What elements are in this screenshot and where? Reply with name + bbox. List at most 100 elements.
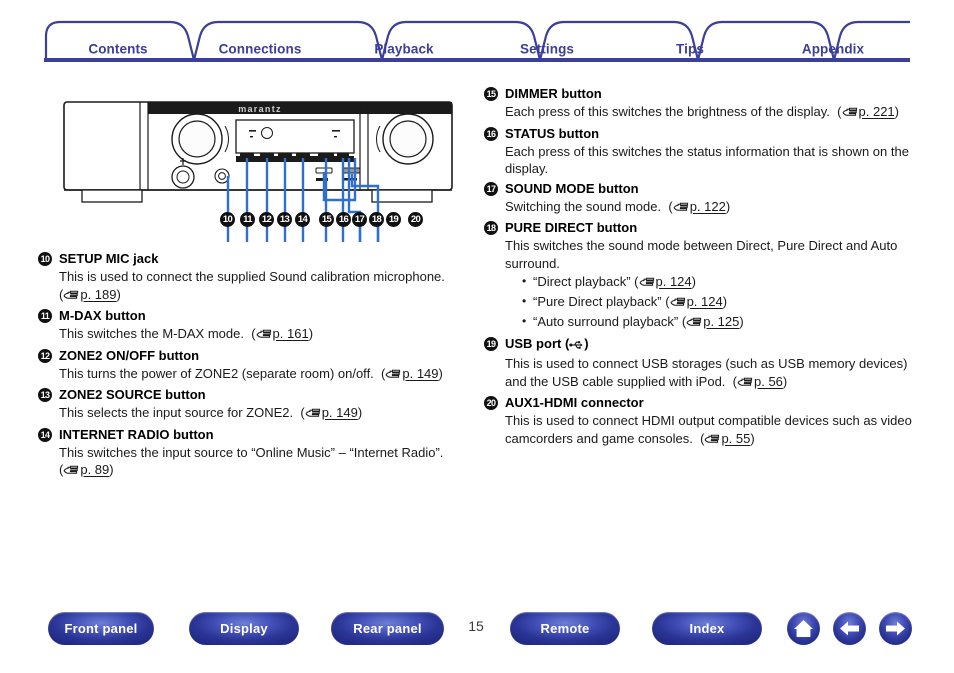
- callout-num-10: 10: [220, 212, 235, 227]
- usb-icon: [569, 337, 584, 355]
- entry-num-11: 11: [38, 309, 52, 323]
- pointing-hand-icon: [305, 406, 321, 424]
- left-knob-inner: [178, 120, 216, 158]
- tab-connections[interactable]: Connections: [219, 42, 302, 57]
- entry-title: ZONE2 ON/OFF button: [59, 347, 200, 363]
- callout-num-17: 17: [352, 212, 367, 227]
- callout-number-row: 10 11 12 13 14 15 16 17 18 19 20: [60, 212, 460, 236]
- entry-title-suffix: ): [584, 336, 589, 351]
- page-ref-number[interactable]: p. 124: [656, 274, 692, 289]
- page-reference[interactable]: (p. 149): [300, 405, 362, 420]
- foot-left: [81, 189, 143, 203]
- pointing-hand-icon: [673, 200, 689, 218]
- entry-pure-direct-button: 18 PURE DIRECT button This switches the …: [484, 219, 916, 333]
- tab-contents[interactable]: Contents: [88, 42, 147, 57]
- sublist-text: “Direct playback”: [533, 274, 631, 289]
- entry-num-20: 20: [484, 396, 498, 410]
- hdmi-connector-shape: [342, 167, 361, 174]
- page-ref-number[interactable]: p. 221: [859, 104, 895, 119]
- entry-m-dax-button: 11 M-DAX button This switches the M-DAX …: [38, 307, 458, 345]
- headphone-jack-inner: [176, 170, 190, 184]
- page-reference[interactable]: (p. 122): [668, 199, 730, 214]
- page-ref-number[interactable]: p. 125: [703, 314, 739, 329]
- pointing-hand-icon: [63, 463, 79, 481]
- top-tab-bar: Contents Connections Playback Settings T…: [44, 18, 910, 62]
- entry-desc: This selects the input source for ZONE2.: [59, 405, 294, 420]
- entry-dimmer-button: 15 DIMMER button Each press of this swit…: [484, 85, 916, 123]
- home-icon[interactable]: [787, 612, 820, 645]
- page-reference[interactable]: (p. 124): [634, 274, 696, 289]
- list-item: “Auto surround playback” (p. 125): [522, 312, 916, 333]
- page-ref-number[interactable]: p. 55: [721, 431, 750, 446]
- nav-button-display[interactable]: Display: [189, 612, 299, 645]
- display-label-left: [249, 130, 256, 132]
- nav-button-index[interactable]: Index: [652, 612, 762, 645]
- page-ref-number[interactable]: p. 89: [80, 462, 109, 477]
- tab-appendix[interactable]: Appendix: [802, 42, 864, 57]
- callout-num-11: 11: [240, 212, 255, 227]
- page-reference[interactable]: (p. 189): [59, 287, 121, 302]
- entry-num-14: 14: [38, 427, 52, 442]
- nav-button-rear-panel[interactable]: Rear panel: [331, 612, 444, 645]
- entry-num-13: 13: [38, 388, 52, 402]
- pure-direct-sublist: “Direct playback” (p. 124) “Pure Direct …: [522, 272, 916, 333]
- page-reference[interactable]: (p. 149): [381, 366, 443, 381]
- page-ref-number[interactable]: p. 149: [322, 405, 358, 420]
- pointing-hand-icon: [686, 315, 702, 333]
- arrow-left-icon[interactable]: [833, 612, 866, 645]
- pointing-hand-icon: [256, 327, 272, 345]
- entry-desc: Each press of this switches the status i…: [505, 143, 909, 177]
- pointing-hand-icon: [639, 275, 655, 293]
- tab-playback[interactable]: Playback: [374, 42, 433, 57]
- callout-num-18: 18: [369, 212, 384, 227]
- page-ref-number[interactable]: p. 56: [754, 374, 783, 389]
- entry-title: AUX1-HDMI connector: [505, 395, 644, 410]
- tab-tips[interactable]: Tips: [676, 42, 704, 57]
- entry-desc: This is used to connect the supplied Sou…: [59, 269, 445, 284]
- callout-num-13: 13: [277, 212, 292, 227]
- sublist-text: “Pure Direct playback”: [533, 294, 662, 309]
- entry-title: PURE DIRECT button: [505, 220, 638, 235]
- entry-title: INTERNET RADIO button: [59, 426, 214, 442]
- entry-aux1-hdmi-connector: 20 AUX1-HDMI connector This is used to c…: [484, 394, 916, 449]
- page-ref-number[interactable]: p. 161: [273, 326, 309, 341]
- page-ref-number[interactable]: p. 124: [687, 294, 723, 309]
- page-reference[interactable]: (p. 89): [59, 462, 114, 477]
- nav-button-remote[interactable]: Remote: [510, 612, 620, 645]
- callout-num-12: 12: [259, 212, 274, 227]
- entry-title: DIMMER button: [505, 86, 602, 101]
- entry-desc: This is used to connect USB storages (su…: [505, 356, 908, 389]
- entry-num-19: 19: [484, 337, 498, 351]
- arrow-right-icon[interactable]: [879, 612, 912, 645]
- entry-zone2-source-button: 13 ZONE2 SOURCE button This selects the …: [38, 386, 458, 424]
- page-number: 15: [468, 618, 484, 634]
- page-ref-number[interactable]: p. 122: [690, 199, 726, 214]
- display-dot: [261, 127, 273, 139]
- page-reference[interactable]: (p. 55): [700, 431, 755, 446]
- pointing-hand-icon: [385, 367, 401, 385]
- page-reference[interactable]: (p. 124): [665, 294, 727, 309]
- page-ref-number[interactable]: p. 149: [402, 366, 438, 381]
- manual-page: Contents Connections Playback Settings T…: [0, 0, 954, 673]
- entry-internet-radio-button: 14 INTERNET RADIO button This switches t…: [38, 426, 458, 481]
- pointing-hand-icon: [737, 375, 753, 393]
- callout-num-16: 16: [336, 212, 351, 227]
- setup-mic-jack-hole: [218, 172, 226, 180]
- page-ref-number[interactable]: p. 189: [80, 287, 116, 302]
- page-reference[interactable]: (p. 161): [251, 326, 313, 341]
- tab-settings[interactable]: Settings: [520, 42, 574, 57]
- entry-desc: This turns the power of ZONE2 (separate …: [59, 365, 374, 381]
- entry-desc: Each press of this switches the brightne…: [505, 104, 830, 119]
- nav-button-front-panel[interactable]: Front panel: [48, 612, 154, 645]
- entry-title: M-DAX button: [59, 308, 146, 323]
- callout-num-20: 20: [408, 212, 423, 227]
- page-reference[interactable]: (p. 56): [733, 374, 788, 389]
- left-description-column: 10 SETUP MIC jack This is used to connec…: [38, 250, 458, 483]
- pointing-hand-icon: [842, 105, 858, 123]
- entry-desc: This switches the sound mode between Dir…: [505, 238, 898, 271]
- page-reference[interactable]: (p. 221): [837, 104, 899, 119]
- page-reference[interactable]: (p. 125): [682, 314, 744, 329]
- right-knob-inner: [389, 120, 427, 158]
- tab-bar-shape: [44, 20, 910, 62]
- entry-title: ZONE2 SOURCE button: [59, 387, 206, 402]
